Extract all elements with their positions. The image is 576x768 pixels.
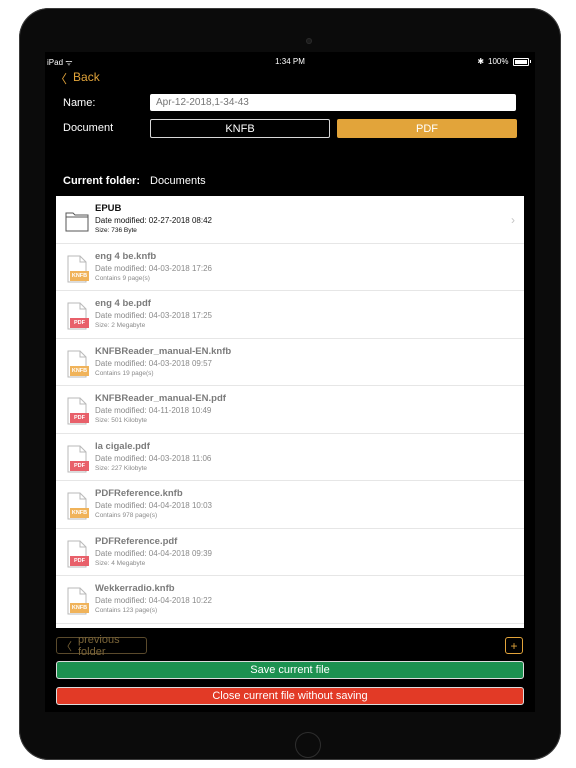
file-size: Contains 9 page(s) xyxy=(95,274,150,282)
back-button[interactable]: 〈 Back xyxy=(55,70,100,87)
file-name: KNFBReader_manual-EN.knfb xyxy=(95,345,232,357)
current-folder-label: Current folder: xyxy=(63,175,140,187)
file-type-badge: KNFB xyxy=(71,605,88,611)
file-date: Date modified: 04-03-2018 17:25 xyxy=(95,311,212,320)
name-label: Name: xyxy=(63,97,96,109)
pdf-file-icon: PDF xyxy=(65,445,89,473)
file-row[interactable]: PDF eng 4 be.pdf Date modified: 04-03-2018… xyxy=(56,291,524,339)
file-name: la cigale.pdf xyxy=(95,440,150,452)
current-folder-name: Documents xyxy=(150,175,206,187)
file-type-badge: KNFB xyxy=(71,272,88,279)
file-date: Date modified: 04-04-2018 09:39 xyxy=(95,548,212,558)
format-knfb-button[interactable]: KNFB xyxy=(150,119,330,138)
file-size: Size: 2 Megabyte xyxy=(95,322,146,329)
file-size: Contains 123 page(s) xyxy=(95,607,158,614)
file-name: eng 4 be.knfb xyxy=(95,250,157,262)
home-button[interactable] xyxy=(295,732,321,758)
file-type-badge: PDF xyxy=(74,415,85,421)
status-time: 1:34 PM xyxy=(275,57,305,66)
file-name: PDFReference.pdf xyxy=(95,535,178,547)
file-size: Contains 19 page(s) xyxy=(95,369,154,377)
file-date: Date modified: 02-27-2018 08:42 xyxy=(95,216,212,225)
file-type-badge: KNFB xyxy=(71,367,88,374)
chevron-right-icon: › xyxy=(511,213,515,227)
file-type-badge: PDF xyxy=(74,320,85,326)
knfb-file-icon: KNFB xyxy=(65,255,89,283)
add-button[interactable]: + xyxy=(505,637,523,654)
camera xyxy=(306,38,312,44)
status-bar: iPad ᯤ 1:34 PM ✱ 100% xyxy=(45,52,535,70)
file-name: PDFReference.knfb xyxy=(95,488,183,499)
name-input[interactable] xyxy=(150,94,516,111)
file-date: Date modified: 04-04-2018 10:22 xyxy=(95,596,212,605)
chevron-left-icon: 〈 xyxy=(61,640,72,653)
save-current-file-button[interactable]: Save current file xyxy=(56,661,524,679)
previous-folder-button[interactable]: 〈 previous folder xyxy=(56,634,147,658)
knfb-file-icon: KNFB xyxy=(65,587,89,615)
file-date: Date modified: 04-03-2018 17:26 xyxy=(95,263,212,273)
battery-label: 100% xyxy=(488,57,509,66)
file-name: KNFBReader_manual-EN.pdf xyxy=(95,393,226,404)
file-size: Size: 736 Byte xyxy=(95,227,137,234)
chevron-left-icon: 〈 xyxy=(55,72,68,86)
file-name: Wekkerradio.knfb xyxy=(95,583,175,594)
file-date: Date modified: 04-11-2018 10:49 xyxy=(95,406,212,415)
file-row[interactable]: PDF PDFReference.pdf Date modified: 04-04-… xyxy=(56,529,524,576)
file-row[interactable]: PDF KNFBReader_manual-EN.pdf Date modified… xyxy=(56,386,524,434)
file-row[interactable]: KNFB Wekkerradio.knfb Date modified: 04-04… xyxy=(56,576,524,624)
knfb-file-icon: KNFB xyxy=(65,350,89,378)
file-row[interactable]: PDF la cigale.pdf Date modified: 04-03-201… xyxy=(56,434,524,481)
document-label: Document xyxy=(63,122,114,134)
file-size: Size: 227 Kilobyte xyxy=(95,464,148,472)
folder-icon xyxy=(65,210,89,238)
file-date: Date modified: 04-03-2018 11:06 xyxy=(95,453,212,463)
status-right: ✱ 100% xyxy=(477,57,531,66)
file-row[interactable]: KNFB eng 4 be.knfb Date modified: 04-03-20… xyxy=(56,244,524,291)
file-type-badge: PDF xyxy=(74,557,85,564)
file-size: Size: 4 Megabyte xyxy=(95,559,146,567)
file-list[interactable]: EPUB Date modified: 02-27-2018 08:42 Size:… xyxy=(56,196,524,628)
file-date: Date modified: 04-04-2018 10:03 xyxy=(95,501,212,510)
bluetooth-icon: ✱ xyxy=(477,57,485,66)
file-name: EPUB xyxy=(95,203,122,214)
battery-icon xyxy=(512,57,529,66)
back-label: Back xyxy=(73,70,100,84)
folder-row[interactable]: EPUB Date modified: 02-27-2018 08:42 Size:… xyxy=(56,196,524,244)
file-size: Size: 501 Kilobyte xyxy=(95,417,148,424)
battery-tip xyxy=(529,60,531,63)
file-date: Date modified: 04-03-2018 09:57 xyxy=(95,358,212,368)
knfb-file-icon: KNFB xyxy=(65,492,89,520)
file-row[interactable]: KNFB KNFBReader_manual-EN.knfb Date modifi… xyxy=(56,339,524,386)
file-size: Contains 978 page(s) xyxy=(95,512,158,519)
file-name: eng 4 be.pdf xyxy=(95,298,151,309)
file-row[interactable]: KNFB PDFReference.knfb Date modified: 04-0… xyxy=(56,481,524,529)
pdf-file-icon: PDF xyxy=(65,397,89,425)
file-type-badge: KNFB xyxy=(71,510,88,516)
file-type-badge: PDF xyxy=(74,462,85,469)
previous-folder-label: previous folder xyxy=(78,633,120,658)
app-screen: iPad ᯤ 1:34 PM ✱ 100% 〈 Back Name: Docum… xyxy=(45,52,535,712)
pdf-file-icon: PDF xyxy=(65,302,89,330)
close-without-saving-button[interactable]: Close current file without saving xyxy=(56,687,524,705)
format-pdf-button[interactable]: PDF xyxy=(337,119,517,138)
pdf-file-icon: PDF xyxy=(65,540,89,568)
